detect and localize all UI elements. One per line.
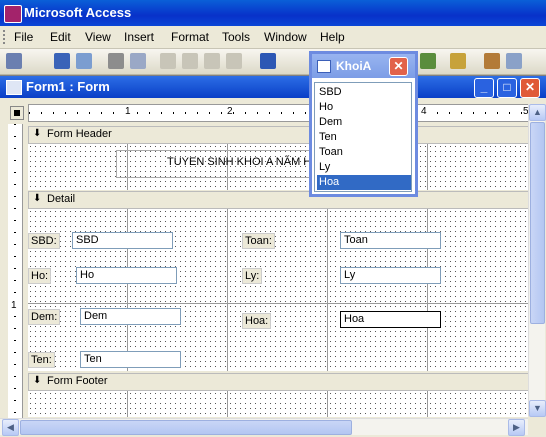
hoa-textbox[interactable]: Hoa xyxy=(340,311,441,328)
menu-insert[interactable]: Insert xyxy=(124,30,154,44)
section-arrow-icon: ⬇ xyxy=(33,128,42,139)
ho-label[interactable]: Ho: xyxy=(28,268,52,284)
form-footer-bar[interactable]: ⬇ Form Footer xyxy=(28,373,530,391)
copy-icon[interactable] xyxy=(182,53,198,69)
toan-label[interactable]: Toan: xyxy=(242,233,275,249)
grid-line xyxy=(427,144,428,190)
field-list-icon xyxy=(317,60,331,73)
menu-edit[interactable]: Edit xyxy=(50,30,71,44)
ruler-mark: 2 xyxy=(227,106,233,117)
form-header-label: Form Header xyxy=(47,128,112,140)
detail-grid[interactable]: SBD: SBD Ho: Ho Dem: Dem Ten: Ten Toan: … xyxy=(28,209,528,371)
new-object-icon[interactable] xyxy=(506,53,522,69)
detail-label: Detail xyxy=(47,193,76,205)
detail-bar[interactable]: ⬇ Detail xyxy=(28,191,530,209)
close-button[interactable]: ✕ xyxy=(520,78,540,98)
header-title-label: TUYEN SINH KHOI A NĂM HC xyxy=(167,156,320,168)
form-header-grid[interactable]: TUYEN SINH KHOI A NĂM HC xyxy=(28,144,528,190)
menu-file[interactable]: File xyxy=(14,30,33,44)
grid-line xyxy=(28,303,528,304)
field-list-item[interactable]: SBD xyxy=(317,85,411,100)
menu-help[interactable]: Help xyxy=(320,30,345,44)
cut-icon[interactable] xyxy=(160,53,176,69)
menu-bar: File Edit View Insert Format Tools Windo… xyxy=(0,26,546,49)
grid-line xyxy=(427,391,428,417)
vertical-ruler: 1 xyxy=(8,124,23,420)
sbd-label[interactable]: SBD: xyxy=(28,233,60,249)
grid-line xyxy=(227,391,228,417)
save-icon[interactable] xyxy=(54,53,70,69)
form-footer-grid[interactable] xyxy=(28,391,528,417)
toolbar xyxy=(0,49,546,75)
field-list-title-bar[interactable]: KhoiA ✕ xyxy=(312,54,415,78)
undo-icon[interactable] xyxy=(260,53,276,69)
grid-line xyxy=(327,209,328,371)
field-list-window: KhoiA ✕ SBD Ho Dem Ten Toan Ly Hoa xyxy=(309,51,418,197)
horizontal-scrollbar[interactable]: ◀ ▶ xyxy=(0,418,528,436)
maximize-button[interactable]: □ xyxy=(497,78,517,98)
form-header-bar[interactable]: ⬇ Form Header xyxy=(28,126,530,144)
menu-format[interactable]: Format xyxy=(171,30,209,44)
field-list-title: KhoiA xyxy=(336,59,372,73)
scroll-up-icon[interactable]: ▲ xyxy=(529,104,546,121)
menu-window[interactable]: Window xyxy=(264,30,307,44)
menu-grip[interactable] xyxy=(3,30,8,44)
section-arrow-icon: ⬇ xyxy=(33,375,42,386)
horizontal-scroll-thumb[interactable] xyxy=(20,420,352,435)
form-title-bar: Form1 : Form _ □ ✕ xyxy=(0,76,546,98)
vertical-scrollbar[interactable]: ▲ ▼ xyxy=(528,104,546,417)
form-selector[interactable] xyxy=(10,106,24,120)
field-list-item[interactable]: Ten xyxy=(317,130,411,145)
minimize-button[interactable]: _ xyxy=(474,78,494,98)
field-list[interactable]: SBD Ho Dem Ten Toan Ly Hoa xyxy=(314,82,412,192)
field-list-item[interactable]: Ly xyxy=(317,160,411,175)
form-footer-label: Form Footer xyxy=(47,375,108,387)
dem-label[interactable]: Dem: xyxy=(28,309,61,325)
field-list-item[interactable]: Toan xyxy=(317,145,411,160)
app-title: Microsoft Access xyxy=(24,5,132,20)
ho-textbox[interactable]: Ho xyxy=(76,267,177,284)
view-icon[interactable] xyxy=(6,53,22,69)
scroll-right-icon[interactable]: ▶ xyxy=(508,419,525,436)
grid-line xyxy=(327,391,328,417)
access-app-icon[interactable] xyxy=(4,5,22,23)
print-preview-icon[interactable] xyxy=(130,53,146,69)
grid-line xyxy=(227,209,228,371)
horizontal-ruler: 1 2 4 5 xyxy=(28,104,540,122)
header-label-box[interactable]: TUYEN SINH KHOI A NĂM HC xyxy=(116,150,320,178)
vertical-scroll-thumb[interactable] xyxy=(530,122,545,324)
properties-icon[interactable] xyxy=(450,53,466,69)
menu-view[interactable]: View xyxy=(85,30,111,44)
ly-label[interactable]: Ly: xyxy=(242,268,263,284)
dem-textbox[interactable]: Dem xyxy=(80,308,181,325)
hoa-label[interactable]: Hoa: xyxy=(242,313,272,329)
section-arrow-icon: ⬇ xyxy=(33,193,42,204)
vruler-mark: 1 xyxy=(11,300,17,311)
database-window-icon[interactable] xyxy=(484,53,500,69)
field-list-item[interactable]: Dem xyxy=(317,115,411,130)
form-title: Form1 : Form xyxy=(26,79,110,94)
toan-textbox[interactable]: Toan xyxy=(340,232,441,249)
ly-textbox[interactable]: Ly xyxy=(340,267,441,284)
field-list-item-selected[interactable]: Hoa xyxy=(317,175,411,190)
scroll-down-icon[interactable]: ▼ xyxy=(529,400,546,417)
field-list-item[interactable]: Ho xyxy=(317,100,411,115)
ruler-mark: 1 xyxy=(125,106,131,117)
ten-label[interactable]: Ten: xyxy=(28,352,55,368)
sbd-textbox[interactable]: SBD xyxy=(72,232,173,249)
ruler-mark: 4 xyxy=(421,106,427,117)
form-selector-icon xyxy=(14,110,20,116)
print-icon[interactable] xyxy=(108,53,124,69)
code-icon[interactable] xyxy=(420,53,436,69)
field-list-close-button[interactable]: ✕ xyxy=(389,57,408,76)
app-title-bar: Microsoft Access xyxy=(0,0,546,26)
scroll-left-icon[interactable]: ◀ xyxy=(2,419,19,436)
grid-line xyxy=(127,391,128,417)
search-icon[interactable] xyxy=(76,53,92,69)
menu-tools[interactable]: Tools xyxy=(222,30,250,44)
ten-textbox[interactable]: Ten xyxy=(80,351,181,368)
format-painter-icon[interactable] xyxy=(226,53,242,69)
form-icon[interactable] xyxy=(6,80,22,95)
paste-icon[interactable] xyxy=(204,53,220,69)
